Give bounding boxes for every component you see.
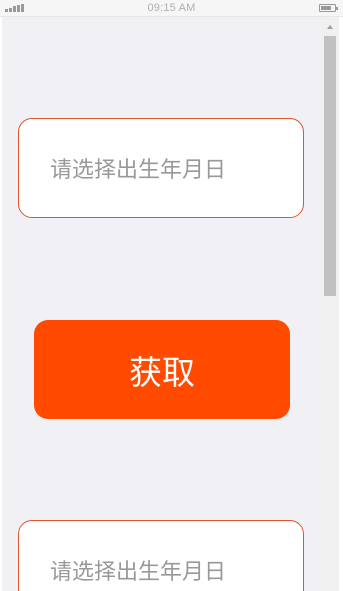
- get-button[interactable]: 获取: [34, 320, 290, 419]
- status-bar: 09:15 AM: [0, 0, 343, 17]
- scroll-thumb[interactable]: [324, 36, 336, 296]
- birthdate-picker-2[interactable]: 请选择出生年月日: [18, 520, 304, 591]
- birthdate-placeholder-2: 请选择出生年月日: [50, 560, 227, 585]
- battery-level: [321, 6, 332, 10]
- page-content[interactable]: 请选择出生年月日 获取 请选择出生年月日: [2, 17, 322, 591]
- battery-icon: [319, 4, 338, 12]
- birthdate-placeholder: 请选择出生年月日: [50, 158, 227, 183]
- scroll-up-arrow-icon[interactable]: [327, 25, 333, 29]
- vertical-scrollbar[interactable]: [322, 17, 339, 591]
- birthdate-picker[interactable]: 请选择出生年月日: [18, 118, 304, 218]
- status-time: 09:15 AM: [147, 2, 196, 14]
